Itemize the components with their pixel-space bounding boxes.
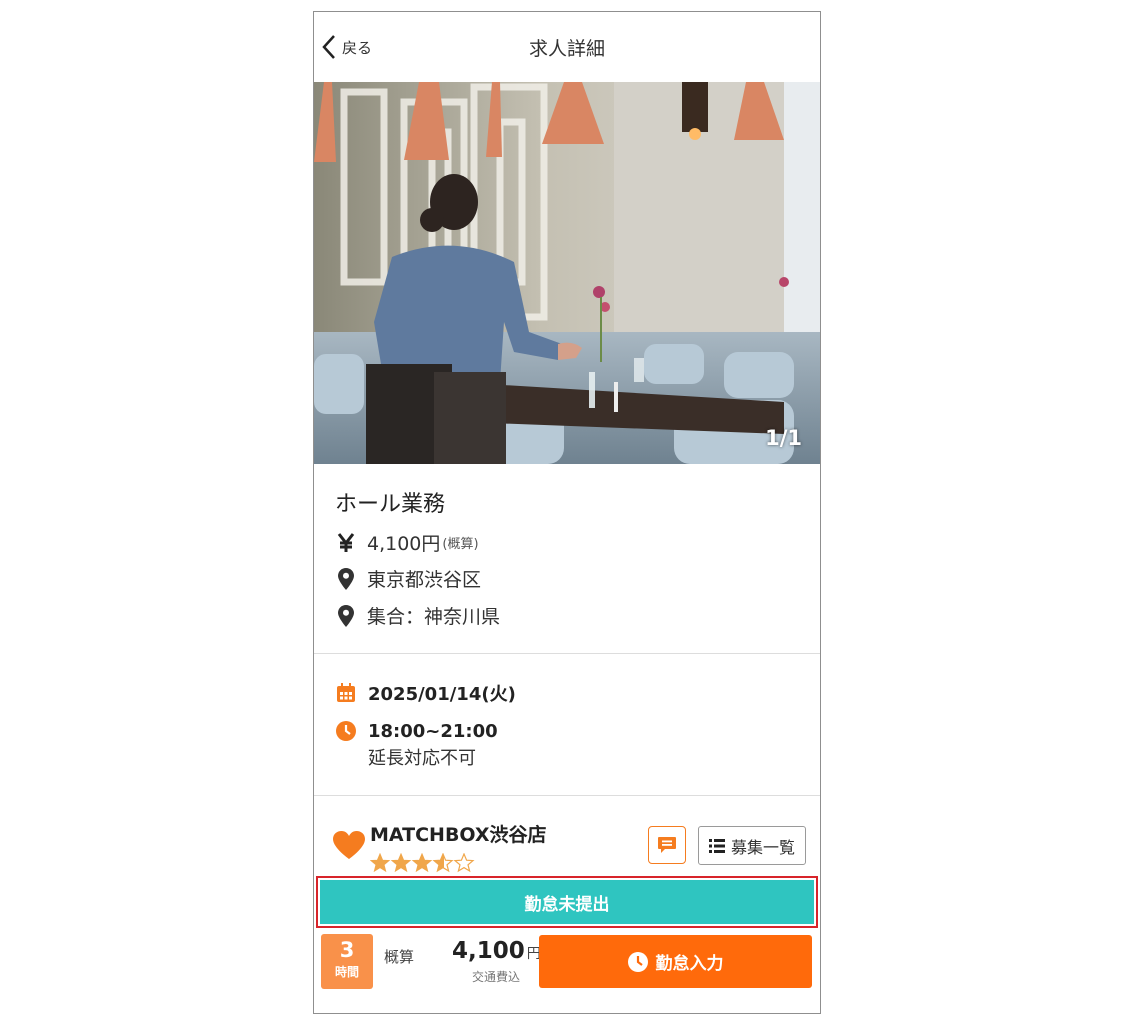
job-title: ホール業務 — [335, 492, 446, 517]
amount-value: 4,100 — [452, 938, 525, 964]
transport-note: 交通費込 — [472, 970, 521, 984]
location-row: 東京都渋谷区 — [335, 565, 481, 592]
calendar-icon — [335, 682, 357, 704]
wage-note: (概算) — [442, 537, 479, 552]
shift-date: 2025/01/14(火) — [368, 684, 516, 705]
hours-unit: 時間 — [334, 965, 359, 979]
attendance-input-button[interactable]: 勤怠入力 — [539, 935, 812, 988]
page-title: 求人詳細 — [528, 38, 605, 60]
map-pin-icon — [335, 567, 357, 591]
rating-stars — [369, 852, 475, 873]
store-name: MATCHBOX渋谷店 — [370, 824, 547, 846]
divider — [314, 653, 820, 654]
job-photo[interactable] — [314, 82, 820, 464]
hours-value: 3 — [339, 938, 355, 962]
header-bar: 戻る 求人詳細 — [314, 12, 820, 83]
restaurant-photo — [314, 82, 820, 464]
heart-icon — [333, 831, 365, 859]
meeting-row: 集合：神奈川県 — [335, 602, 500, 629]
time-row: 18:00~21:00 — [335, 720, 498, 742]
estimate-label: 概算 — [384, 948, 415, 966]
shift-time: 18:00~21:00 — [368, 720, 498, 742]
wage-amount: 4,100円 — [367, 533, 441, 555]
wage-row: 4,100円 (概算) — [335, 529, 479, 556]
recruitment-list-button[interactable]: 募集一覧 — [698, 826, 806, 865]
chat-icon — [658, 836, 676, 853]
date-row: 2025/01/14(火) — [335, 680, 516, 706]
clock-icon — [335, 720, 357, 742]
attendance-status-button[interactable]: 勤怠未提出 — [320, 880, 814, 924]
message-button[interactable] — [648, 826, 686, 864]
favorite-button[interactable] — [332, 830, 366, 864]
estimated-amount: 4,100 円 — [452, 938, 541, 964]
location-text: 東京都渋谷区 — [367, 569, 482, 591]
map-pin-icon — [335, 604, 357, 628]
recruitment-list-label: 募集一覧 — [730, 837, 795, 857]
hours-badge: 3 時間 — [321, 934, 373, 989]
status-bar-highlight: 勤怠未提出 — [316, 876, 818, 928]
meeting-text: 集合：神奈川県 — [367, 606, 501, 628]
attendance-input-label: 勤怠入力 — [655, 954, 724, 974]
extension-note: 延長対応不可 — [368, 748, 476, 769]
photo-counter: 1/1 — [765, 426, 802, 450]
phone-frame: 戻る 求人詳細 1/1 ホール業務 4,100円 (概算) 東京都渋谷区 集合：… — [313, 11, 821, 1014]
yen-icon — [335, 531, 357, 555]
divider — [314, 795, 820, 796]
list-icon — [708, 838, 725, 853]
clock-icon — [627, 951, 648, 972]
